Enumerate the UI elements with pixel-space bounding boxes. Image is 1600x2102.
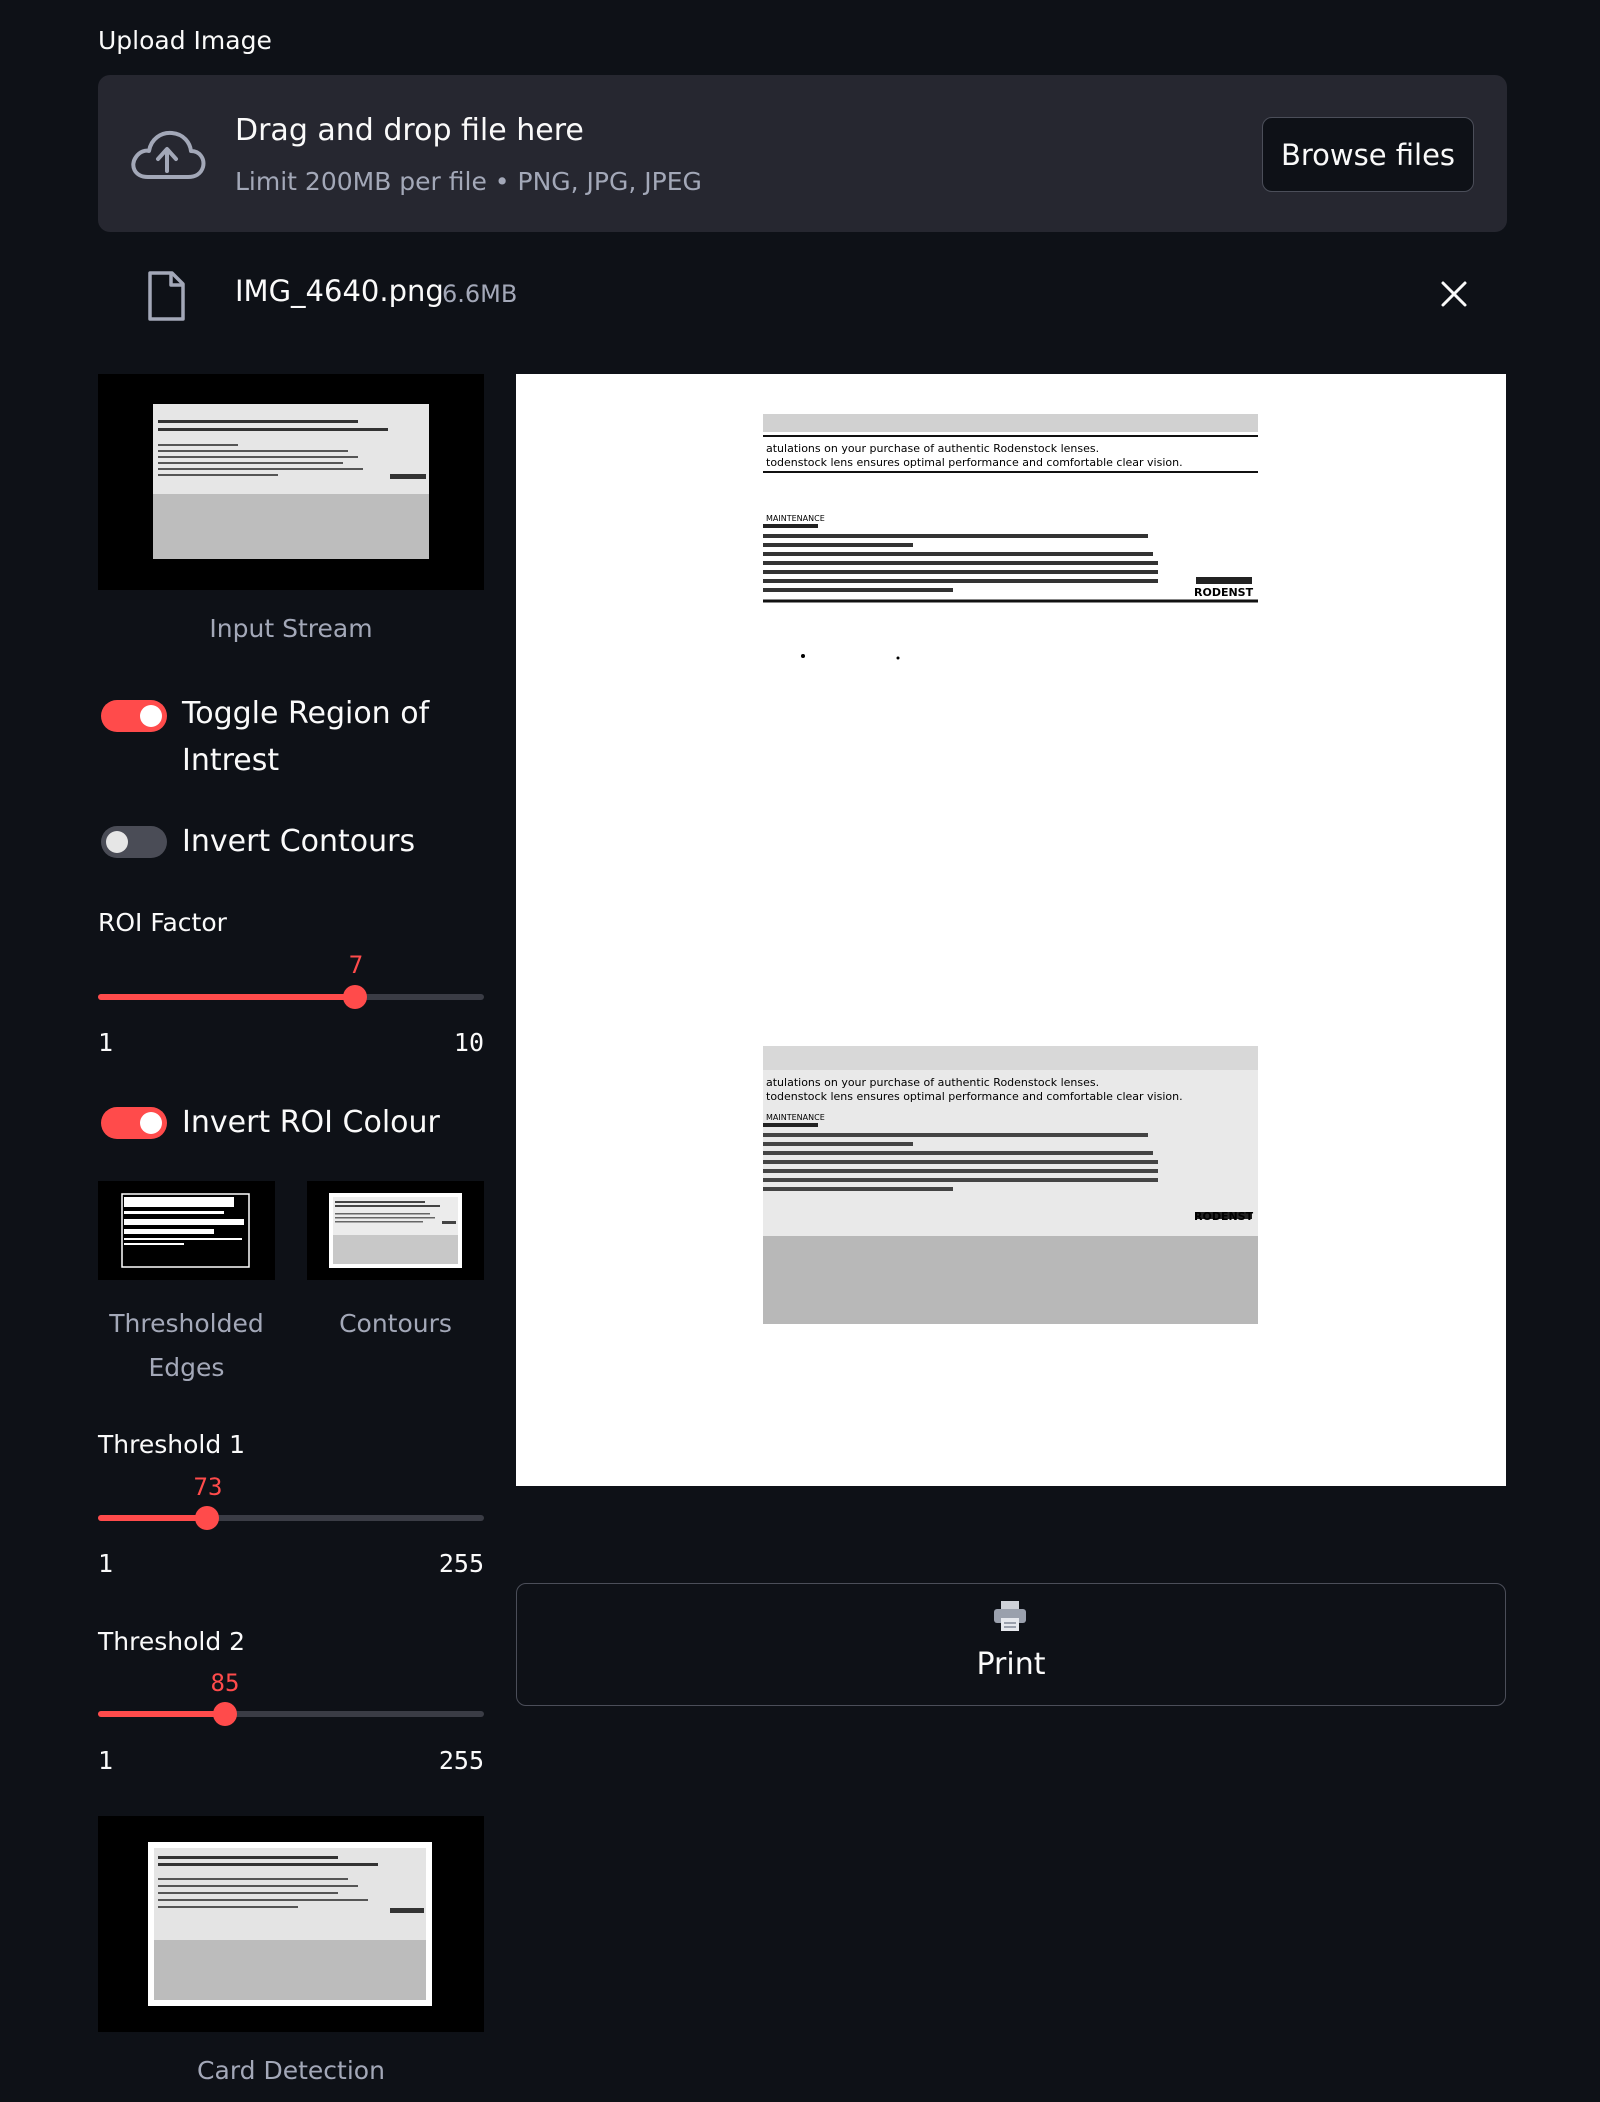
roi-factor-value: 7 xyxy=(348,951,364,979)
doc-heading-text-gray: atulations on your purchase of authentic… xyxy=(766,1076,1099,1089)
toggle-region-of-interest-label: Toggle Region of Intrest xyxy=(182,696,430,778)
doc-brand-text: RODENST xyxy=(1194,586,1254,599)
dropzone-limit-text: Limit 200MB per file • PNG, JPG, JPEG xyxy=(235,167,702,196)
threshold1-label: Threshold 1 xyxy=(98,1430,246,1459)
threshold2-min: 1 xyxy=(98,1746,114,1775)
uploaded-file-size: 6.6MB xyxy=(442,280,518,308)
card-detection-image xyxy=(98,1816,484,2032)
invert-roi-colour-switch[interactable] xyxy=(101,1107,167,1139)
input-stream-image xyxy=(98,374,484,590)
dropzone-title: Drag and drop file here xyxy=(235,113,584,148)
threshold2-fill xyxy=(98,1711,225,1717)
invert-contours-switch[interactable] xyxy=(101,826,167,858)
threshold2-max: 255 xyxy=(438,1746,484,1775)
upload-label: Upload Image xyxy=(98,26,272,55)
doc-section-text-gray: MAINTENANCE xyxy=(766,1113,825,1122)
threshold1-max: 255 xyxy=(438,1549,484,1578)
thresholded-edges-image xyxy=(98,1181,275,1280)
doc-brand-text-gray: RODENST xyxy=(1194,1210,1254,1223)
print-button-label[interactable]: Print xyxy=(516,1647,1506,1682)
threshold1-thumb[interactable] xyxy=(195,1506,219,1530)
invert-roi-colour-label: Invert ROI Colour xyxy=(182,1105,440,1140)
doc-subheading-text: todenstock lens ensures optimal performa… xyxy=(766,456,1183,469)
toggle-region-of-interest-switch[interactable] xyxy=(101,700,167,732)
contours-image xyxy=(307,1181,484,1280)
thresholded-edges-caption: Thresholded Edges xyxy=(109,1309,264,1382)
threshold1-value: 73 xyxy=(193,1473,223,1501)
output-preview-image: atulations on your purchase of authentic… xyxy=(516,374,1506,1486)
close-icon[interactable] xyxy=(1440,280,1468,308)
threshold2-label: Threshold 2 xyxy=(98,1627,246,1656)
card-detection-caption: Card Detection xyxy=(197,2056,385,2085)
roi-factor-label: ROI Factor xyxy=(98,908,227,937)
doc-subheading-text-gray: todenstock lens ensures optimal performa… xyxy=(766,1090,1183,1103)
input-stream-caption: Input Stream xyxy=(209,614,373,643)
threshold2-thumb[interactable] xyxy=(213,1702,237,1726)
uploaded-file-name: IMG_4640.png xyxy=(235,274,444,308)
roi-factor-min: 1 xyxy=(98,1028,114,1057)
file-icon xyxy=(148,271,185,321)
browse-files-button[interactable]: Browse files xyxy=(1262,117,1474,192)
roi-factor-max: 10 xyxy=(453,1028,484,1057)
doc-heading-text: atulations on your purchase of authentic… xyxy=(766,442,1099,455)
threshold1-fill xyxy=(98,1515,207,1521)
roi-factor-fill xyxy=(98,994,355,1000)
roi-factor-thumb[interactable] xyxy=(343,985,367,1009)
threshold1-min: 1 xyxy=(98,1549,114,1578)
printer-icon xyxy=(994,1601,1026,1631)
invert-contours-label: Invert Contours xyxy=(182,824,416,859)
threshold2-value: 85 xyxy=(210,1669,240,1697)
contours-caption: Contours xyxy=(339,1309,452,1338)
doc-section-text: MAINTENANCE xyxy=(766,514,825,523)
cloud-upload-icon xyxy=(131,130,206,179)
